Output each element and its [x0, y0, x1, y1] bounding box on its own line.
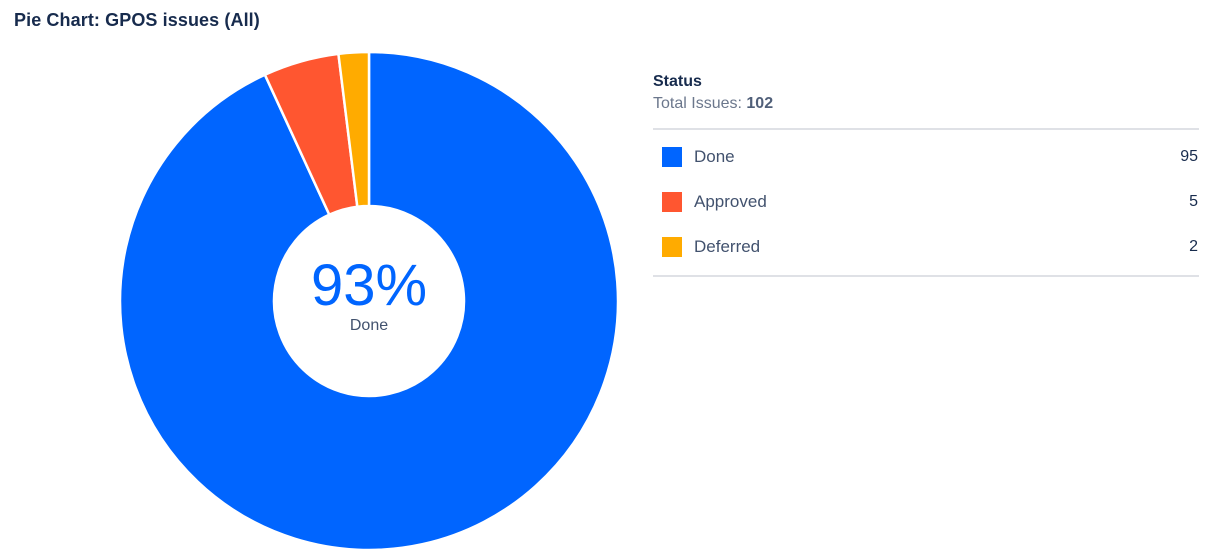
total-issues-label: Total Issues:	[653, 95, 742, 112]
total-issues: Total Issues: 102	[653, 93, 1199, 115]
legend-label-approved: Approved	[694, 191, 767, 211]
legend-row-deferred[interactable]: Deferred 2	[653, 224, 1199, 269]
donut-chart	[118, 50, 620, 552]
chart-title: Pie Chart: GPOS issues (All)	[14, 10, 260, 30]
legend-swatch-done	[662, 146, 682, 167]
legend-row-done[interactable]: Done 95	[653, 134, 1199, 179]
legend-swatch-deferred	[662, 236, 682, 257]
legend-count-done: 95	[1180, 147, 1198, 165]
total-issues-value: 102	[746, 95, 774, 112]
legend-count-deferred: 2	[1189, 237, 1198, 255]
legend-row-approved[interactable]: Approved 5	[653, 179, 1199, 224]
pie-chart-svg	[118, 50, 620, 552]
legend-label-done: Done	[694, 146, 735, 166]
legend-table: Done 95 Approved 5 Deferred 2	[653, 128, 1199, 277]
legend-heading: Status	[653, 73, 702, 90]
status-legend: Status Total Issues: 102 Done 95 Approve…	[653, 72, 1199, 277]
legend-count-approved: 5	[1189, 192, 1198, 210]
legend-swatch-approved	[662, 191, 682, 212]
legend-label-deferred: Deferred	[694, 236, 761, 256]
